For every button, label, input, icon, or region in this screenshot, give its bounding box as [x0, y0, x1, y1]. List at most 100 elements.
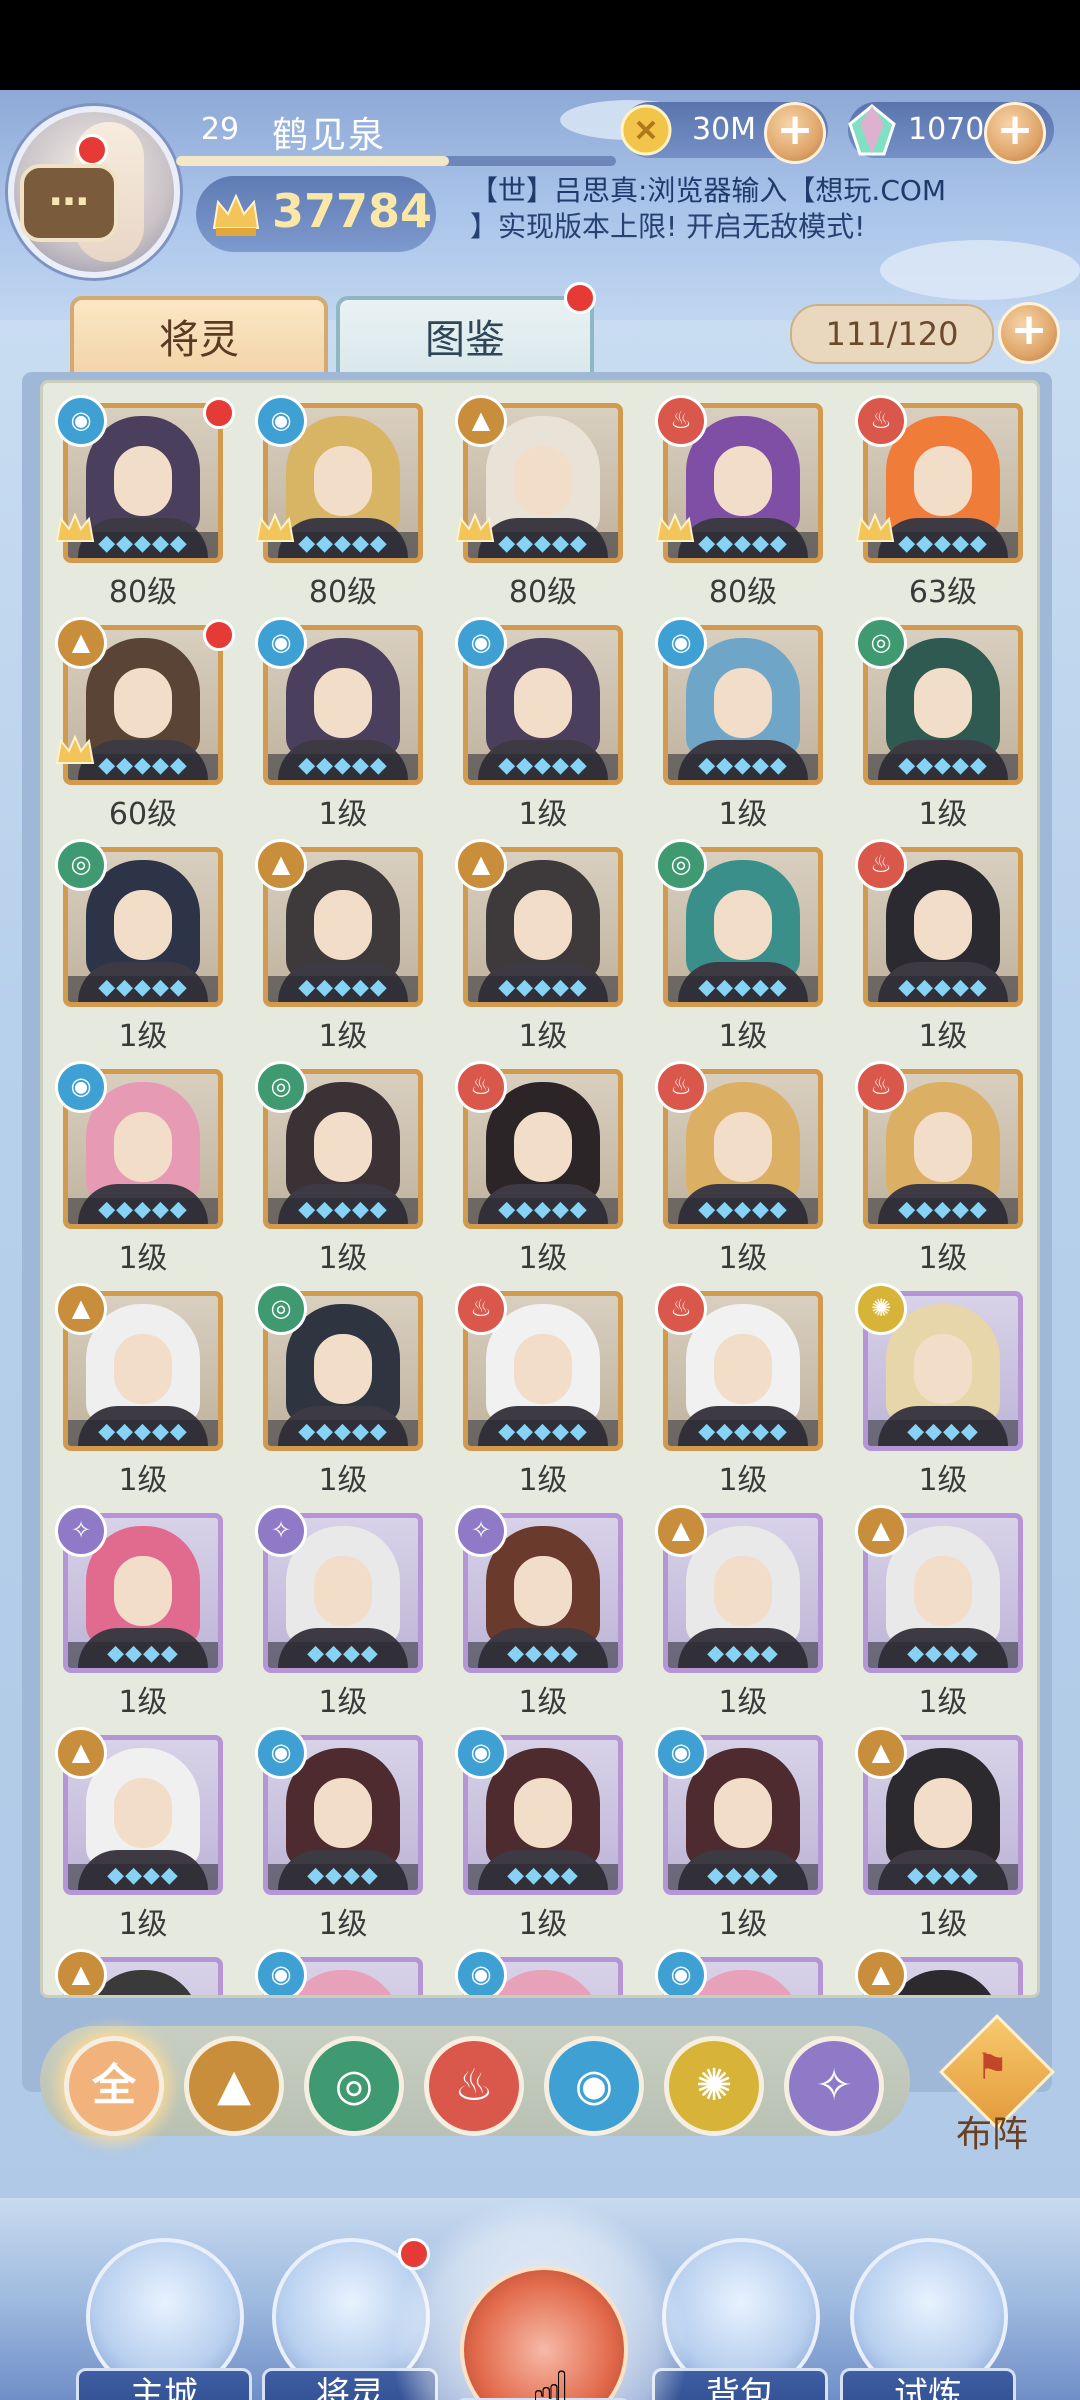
hero-card[interactable]: ◆◆◆◆◆ ▲ 1级: [455, 839, 633, 1054]
hero-card[interactable]: ◆◆◆◆◆ ◎ 1级: [55, 839, 233, 1054]
crown-badge-icon: [655, 512, 695, 542]
formation-button[interactable]: ⚑ 布阵: [932, 2014, 1055, 2155]
hero-card[interactable]: ◆◆◆◆◆ ◎ 1级: [255, 1283, 433, 1498]
light-element-icon: ✺: [855, 1283, 907, 1335]
tab-codex-notify-dot: [564, 282, 596, 314]
water-drop-stars-icon: ◆◆◆◆◆: [698, 1197, 788, 1222]
portrait-face: [514, 1778, 572, 1848]
hero-card[interactable]: ◆◆◆◆ ✧ 1级: [455, 1505, 633, 1720]
portrait-face: [114, 1778, 172, 1848]
portrait-face: [914, 446, 972, 516]
earth-element-icon: ▲: [855, 1727, 907, 1779]
hero-card[interactable]: ◆◆◆◆◆ ▲ 80级: [455, 395, 633, 610]
tab-hero[interactable]: 将灵: [70, 296, 328, 382]
hero-card[interactable]: ◉: [455, 1949, 633, 1995]
water-drop-stars-icon: ◆◆◆◆◆: [498, 975, 588, 1000]
filter-dark-icon[interactable]: ✧: [784, 2036, 884, 2136]
hero-level: 1级: [118, 1019, 168, 1054]
portrait-face: [514, 1112, 572, 1182]
hero-card[interactable]: ◆◆◆◆◆ ♨ 63级: [855, 395, 1033, 610]
filter-earth-icon[interactable]: ▲: [184, 2036, 284, 2136]
tab-codex[interactable]: 图鉴: [336, 282, 596, 382]
add-gems-button[interactable]: +: [984, 102, 1046, 164]
filter-light-icon[interactable]: ✺: [664, 2036, 764, 2136]
hero-card[interactable]: ◆◆◆◆◆ ◉ 1级: [55, 1061, 233, 1276]
crown-badge-icon: [255, 512, 295, 542]
water-element-icon: ◉: [655, 1727, 707, 1779]
portrait-face: [514, 668, 572, 738]
hero-card[interactable]: ◆◆◆◆◆ ▲ 1级: [255, 839, 433, 1054]
hero-card[interactable]: ◆◆◆◆ ✧ 1级: [255, 1505, 433, 1720]
hero-card[interactable]: ◆◆◆◆◆ ◎ 1级: [655, 839, 833, 1054]
hero-card[interactable]: ◆◆◆◆ ◉ 1级: [255, 1727, 433, 1942]
earth-element-icon: ▲: [255, 839, 307, 891]
hero-level: 80级: [508, 575, 578, 610]
portrait-face: [714, 668, 772, 738]
hero-card[interactable]: ◆◆◆◆ ▲ 1级: [655, 1505, 833, 1720]
hero-card[interactable]: ◆◆◆◆◆ ▲ 1级: [55, 1283, 233, 1498]
hero-level: 1级: [318, 797, 368, 832]
filter-all-icon[interactable]: 全: [64, 2036, 164, 2136]
hero-grid[interactable]: ◆◆◆◆◆ ◉ 80级 ◆◆◆◆◆ ◉ 80级 ◆◆◆◆◆ ▲ 80级 ◆◆◆◆◆ ♨ 80级 ◆◆◆◆…: [40, 380, 1040, 1998]
water-drop-stars-icon: ◆◆◆◆◆: [298, 753, 388, 778]
hero-card[interactable]: ▲: [855, 1949, 1033, 1995]
hero-card[interactable]: ◆◆◆◆◆ ♨ 1级: [455, 1061, 633, 1276]
hero-level: 1级: [918, 1685, 968, 1720]
hero-level: 1级: [118, 1685, 168, 1720]
water-drop-stars-icon: ◆◆◆◆◆: [698, 975, 788, 1000]
hero-card[interactable]: ◆◆◆◆ ✧ 1级: [55, 1505, 233, 1720]
hero-card[interactable]: ◆◆◆◆◆ ♨ 80级: [655, 395, 833, 610]
hero-level: 1级: [518, 1685, 568, 1720]
hero-card[interactable]: ◆◆◆◆◆ ◎ 1级: [855, 617, 1033, 832]
player-name: 鹤见泉: [272, 115, 387, 156]
water-drop-stars-icon: ◆◆◆◆: [907, 1863, 979, 1888]
earth-element-icon: ▲: [55, 617, 107, 669]
hero-card[interactable]: ◆◆◆◆ ✺ 1级: [855, 1283, 1033, 1498]
world-chat-broadcast[interactable]: 【世】吕思真:浏览器输入【想玩.COM 】实现版本上限! 开启无敌模式!: [470, 174, 1070, 308]
broadcast-line: 【世】吕思真:浏览器输入【想玩.COM: [470, 174, 947, 207]
expand-capacity-button[interactable]: +: [998, 302, 1060, 364]
hero-card[interactable]: ◆◆◆◆◆ ◉ 80级: [55, 395, 235, 610]
hero-card[interactable]: ◆◆◆◆◆ ♨ 1级: [655, 1283, 833, 1498]
water-element-icon: ◉: [455, 1727, 507, 1779]
fire-element-icon: ♨: [855, 839, 907, 891]
crown-badge-icon: [455, 512, 495, 542]
filter-wind-icon[interactable]: ◎: [304, 2036, 404, 2136]
hero-card[interactable]: ◆◆◆◆◆ ◉ 1级: [455, 617, 633, 832]
crown-badge-icon: [55, 734, 95, 764]
hero-card[interactable]: ◆◆◆◆ ▲ 1级: [855, 1505, 1033, 1720]
hero-card[interactable]: ◆◆◆◆◆ ▲ 60级: [55, 617, 235, 832]
add-coins-button[interactable]: +: [764, 102, 826, 164]
hero-card[interactable]: ◆◆◆◆ ◉ 1级: [455, 1727, 633, 1942]
hero-card[interactable]: ◆◆◆◆◆ ◎ 1级: [255, 1061, 433, 1276]
hero-card[interactable]: ◉: [255, 1949, 433, 1995]
wind-element-icon: ◎: [255, 1283, 307, 1335]
filter-fire-icon[interactable]: ♨: [424, 2036, 524, 2136]
nav-trial[interactable]: 试炼: [840, 2238, 1016, 2400]
hero-card[interactable]: ◆◆◆◆◆ ♨ 1级: [855, 1061, 1033, 1276]
hero-level: 1级: [318, 1463, 368, 1498]
hero-card[interactable]: ◆◆◆◆◆ ♨ 1级: [455, 1283, 633, 1498]
hero-level: 1级: [518, 1907, 568, 1942]
hero-card[interactable]: ◆◆◆◆ ▲ 1级: [55, 1727, 233, 1942]
water-drop-stars-icon: ◆◆◆◆◆: [298, 1419, 388, 1444]
nav-city[interactable]: 主城: [76, 2238, 252, 2400]
hero-card[interactable]: ◆◆◆◆◆ ◉ 1级: [255, 617, 433, 832]
hero-card[interactable]: ◆◆◆◆◆ ◉ 80级: [255, 395, 433, 610]
earth-element-icon: ▲: [855, 1505, 907, 1557]
dark-element-icon: ✧: [455, 1505, 507, 1557]
hero-card[interactable]: ◆◆◆◆ ◉ 1级: [655, 1727, 833, 1942]
chat-icon[interactable]: …: [20, 164, 118, 242]
hero-card[interactable]: ◆◆◆◆◆ ♨ 1级: [655, 1061, 833, 1276]
nav-idle[interactable]: 挂机 ☝: [390, 2136, 690, 2400]
hero-card[interactable]: ◆◆◆◆◆ ♨ 1级: [855, 839, 1033, 1054]
hero-card[interactable]: ▲: [55, 1949, 233, 1995]
coin-amount: 30M: [692, 112, 757, 147]
portrait-face: [514, 1334, 572, 1404]
hero-card[interactable]: ◆◆◆◆ ▲ 1级: [855, 1727, 1033, 1942]
filter-water-icon[interactable]: ◉: [544, 2036, 644, 2136]
wind-element-icon: ◎: [255, 1061, 307, 1113]
hero-level: 1级: [718, 1685, 768, 1720]
hero-card[interactable]: ◆◆◆◆◆ ◉ 1级: [655, 617, 833, 832]
hero-card[interactable]: ◉: [655, 1949, 833, 1995]
